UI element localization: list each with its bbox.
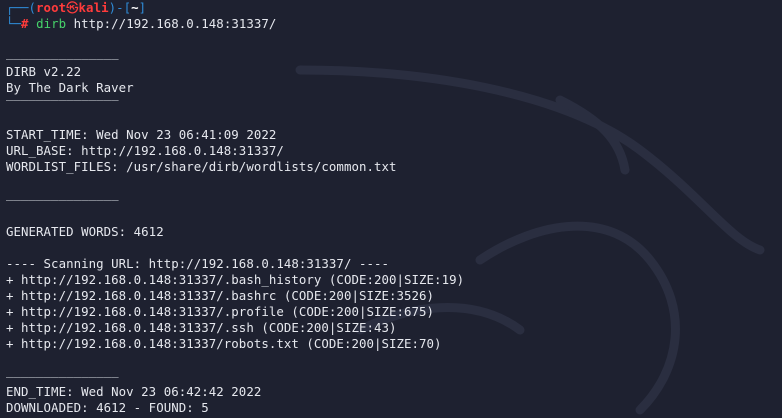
command-argument: http://192.168.0.148:31337/ (73, 16, 277, 31)
result-line: + http://192.168.0.148:31337/robots.txt … (6, 336, 442, 351)
result-line: + http://192.168.0.148:31337/.bash_histo… (6, 272, 465, 287)
result-line: + http://192.168.0.148:31337/.bashrc (CO… (6, 288, 435, 303)
separator-rule: _______________ (6, 186, 119, 201)
prompt-header: ┌──(root㉿kali)-[~] (6, 0, 147, 15)
separator-rule: _______________ (6, 45, 119, 60)
scanning-url: ---- Scanning URL: http://192.168.0.148:… (6, 256, 389, 271)
url-base: URL_BASE: http://192.168.0.148:31337/ (6, 143, 284, 158)
command-line[interactable]: └─# dirb http://192.168.0.148:31337/ (6, 16, 276, 32)
start-time: START_TIME: Wed Nov 23 06:41:09 2022 (6, 127, 277, 142)
generated-words: GENERATED WORDS: 4612 (6, 224, 164, 239)
prompt-hash: # (21, 16, 29, 31)
prompt-cwd: ~ (131, 0, 139, 15)
result-line: + http://192.168.0.148:31337/.ssh (CODE:… (6, 320, 397, 335)
downloaded-summary: DOWNLOADED: 4612 - FOUND: 5 (6, 400, 209, 415)
prompt-user: root (36, 0, 67, 15)
wordlist-files: WORDLIST_FILES: /usr/share/dirb/wordlist… (6, 159, 397, 174)
separator-rule: _______________ (6, 86, 119, 101)
prompt-host: kali (78, 0, 109, 15)
banner-title: DIRB v2.22 (6, 64, 82, 79)
separator-rule: _______________ (6, 363, 119, 378)
command-name: dirb (36, 16, 67, 31)
end-time: END_TIME: Wed Nov 23 06:42:42 2022 (6, 384, 262, 399)
result-line: + http://192.168.0.148:31337/.profile (C… (6, 304, 435, 319)
prompt-at-symbol: ㉿ (66, 0, 79, 15)
terminal-window[interactable]: ┌──(root㉿kali)-[~] └─# dirb http://192.1… (0, 0, 782, 418)
